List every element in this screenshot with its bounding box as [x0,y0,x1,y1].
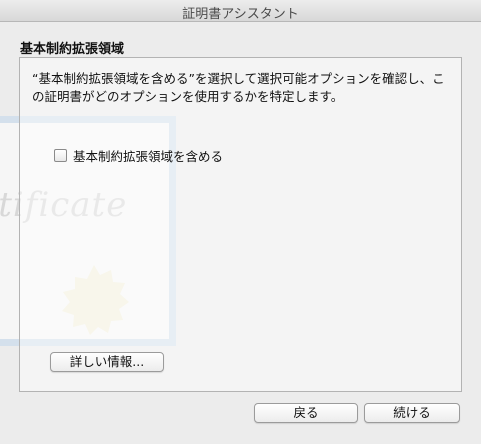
description-text: “基本制約拡張領域を含める”を選択して選択可能オプションを確認し、この証明書がど… [32,71,445,104]
checkbox-label[interactable]: 基本制約拡張領域を含める [73,146,223,165]
back-button[interactable]: 戻る [254,403,358,423]
title-bar: 証明書アシスタント [0,0,481,22]
include-basic-constraints-checkbox[interactable]: 基本制約拡張領域を含める [54,146,223,164]
window-title: 証明書アシスタント [182,7,299,22]
more-info-button[interactable]: 詳しい情報... [50,352,164,372]
checkbox-icon[interactable] [54,148,67,162]
content-panel [19,57,462,392]
continue-button[interactable]: 続ける [364,403,460,423]
page-title: 基本制約拡張領域 [20,42,125,57]
